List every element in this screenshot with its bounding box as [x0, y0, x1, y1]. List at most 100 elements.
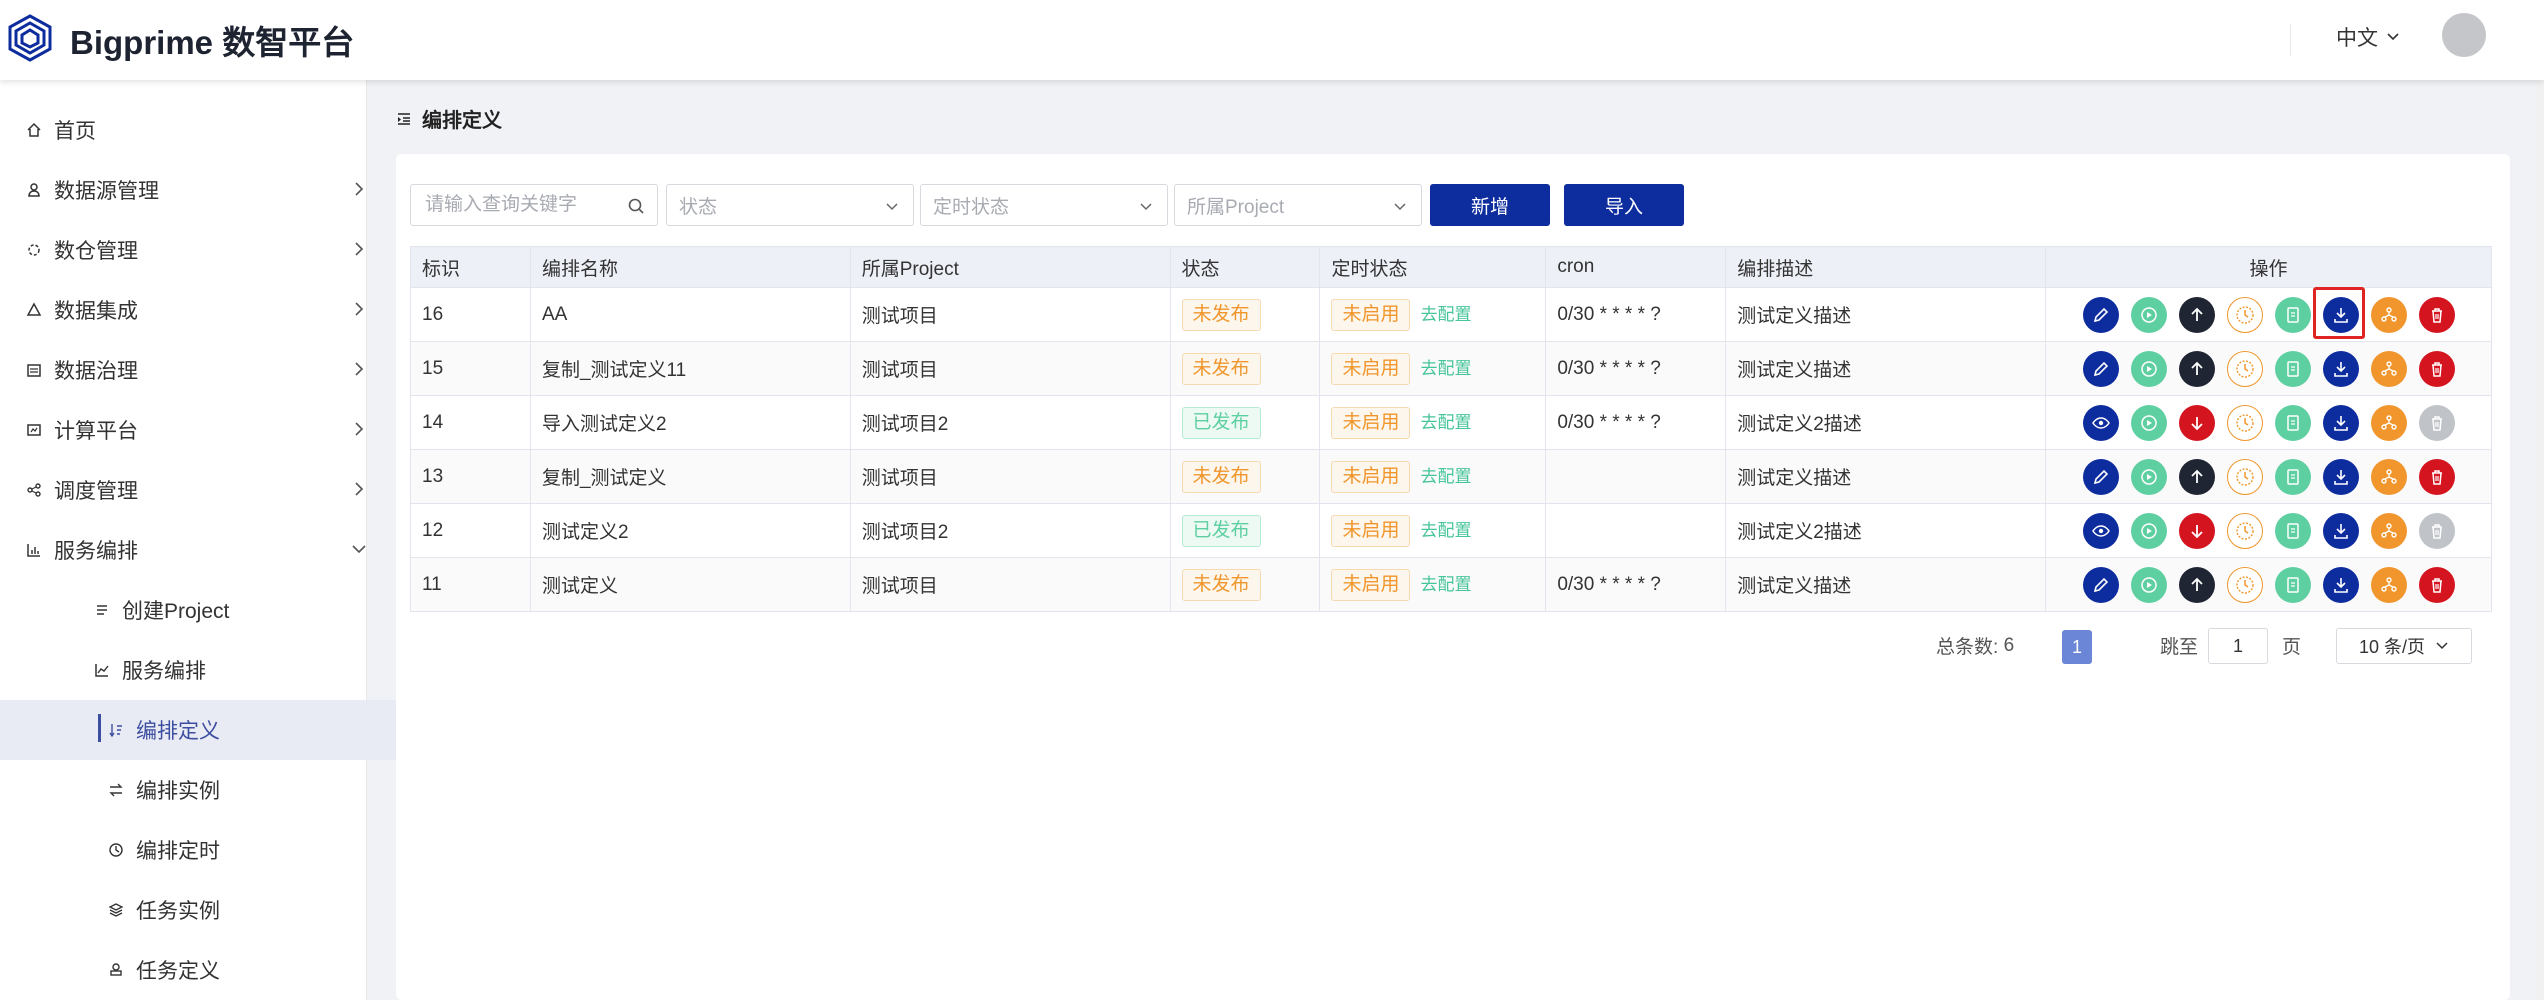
export-button[interactable]	[2322, 512, 2359, 549]
publish-button[interactable]	[2178, 566, 2215, 603]
run-button[interactable]	[2130, 566, 2167, 603]
cell-cron	[1545, 503, 1727, 558]
timer-status-select[interactable]: 定时状态	[920, 184, 1168, 226]
relation-button[interactable]	[2370, 512, 2407, 549]
chevron-down-icon	[886, 203, 898, 211]
cell-status: 未发布	[1169, 557, 1321, 612]
column-header-description: 编排描述	[1725, 246, 2046, 288]
copy-button[interactable]	[2274, 566, 2311, 603]
edit-button[interactable]	[2082, 458, 2119, 495]
timer-button[interactable]	[2226, 404, 2263, 441]
search-input[interactable]	[423, 193, 617, 217]
sidebar-item-home[interactable]: 首页	[0, 100, 392, 160]
publish-button[interactable]	[2178, 296, 2215, 333]
page-size-select[interactable]: 10 条/页	[2336, 628, 2472, 664]
delete-button[interactable]	[2418, 566, 2455, 603]
timer-button[interactable]	[2226, 350, 2263, 387]
publish-button[interactable]	[2178, 458, 2215, 495]
relation-button[interactable]	[2370, 404, 2407, 441]
unpublish-button[interactable]	[2178, 512, 2215, 549]
export-button[interactable]	[2312, 286, 2365, 339]
project-select[interactable]: 所属Project	[1174, 184, 1422, 226]
configure-link[interactable]: 去配置	[1420, 521, 1471, 540]
relation-button[interactable]	[2370, 296, 2407, 333]
delete-button[interactable]	[2418, 296, 2455, 333]
relation-button[interactable]	[2370, 566, 2407, 603]
cell-cron: 0/30 * * * * ?	[1545, 395, 1727, 450]
unpublish-button[interactable]	[2178, 404, 2215, 441]
sidebar-item-datasource[interactable]: 数据源管理	[0, 160, 392, 220]
relation-button[interactable]	[2370, 350, 2407, 387]
page-suffix: 页	[2282, 637, 2302, 658]
sidebar-item-governance[interactable]: 数据治理	[0, 340, 392, 400]
view-button[interactable]	[2082, 404, 2119, 441]
timer-status-badge: 未启用	[1331, 460, 1411, 493]
row-actions	[2057, 404, 2480, 441]
delete-button[interactable]	[2418, 404, 2455, 441]
search-icon[interactable]	[627, 197, 645, 215]
column-header-actions: 操作	[2045, 246, 2492, 288]
timer-button[interactable]	[2226, 566, 2263, 603]
relation-icon	[2380, 468, 2397, 484]
cell-id: 15	[410, 341, 531, 396]
publish-button[interactable]	[2178, 350, 2215, 387]
run-button[interactable]	[2130, 350, 2167, 387]
export-button[interactable]	[2322, 458, 2359, 495]
add-button[interactable]: 新增	[1430, 184, 1550, 226]
sidebar-item-label: 任务实例	[136, 900, 220, 923]
delete-icon	[2431, 469, 2442, 485]
run-button[interactable]	[2130, 512, 2167, 549]
configure-link[interactable]: 去配置	[1420, 467, 1471, 486]
export-icon	[2333, 523, 2348, 539]
page-scrollbar[interactable]	[2536, 0, 2544, 1000]
timer-button[interactable]	[2226, 512, 2263, 549]
edit-icon	[2093, 361, 2108, 376]
status-select[interactable]: 状态	[666, 184, 914, 226]
run-button[interactable]	[2130, 296, 2167, 333]
sidebar-item-compute[interactable]: 计算平台	[0, 400, 392, 460]
sidebar-item-warehouse[interactable]: 数仓管理	[0, 220, 392, 280]
page-number-button[interactable]: 1	[2062, 630, 2092, 664]
sidebar-item-schedule[interactable]: 调度管理	[0, 460, 392, 520]
edit-icon	[2093, 307, 2108, 322]
timer-icon	[2235, 521, 2254, 540]
configure-link[interactable]: 去配置	[1420, 413, 1471, 432]
column-header-project: 所属Project	[849, 246, 1171, 288]
copy-button[interactable]	[2274, 458, 2311, 495]
edit-button[interactable]	[2082, 350, 2119, 387]
run-button[interactable]	[2130, 404, 2167, 441]
run-button[interactable]	[2130, 458, 2167, 495]
user-avatar[interactable]	[2442, 13, 2486, 57]
configure-link[interactable]: 去配置	[1420, 305, 1471, 324]
sidebar-item-label: 计算平台	[54, 420, 138, 443]
configure-link[interactable]: 去配置	[1420, 359, 1471, 378]
export-button[interactable]	[2322, 566, 2359, 603]
schedule-icon	[26, 482, 42, 498]
view-button[interactable]	[2082, 512, 2119, 549]
delete-button[interactable]	[2418, 512, 2455, 549]
copy-button[interactable]	[2274, 512, 2311, 549]
copy-icon	[2286, 414, 2299, 431]
edit-button[interactable]	[2082, 296, 2119, 333]
timer-button[interactable]	[2226, 458, 2263, 495]
delete-button[interactable]	[2418, 350, 2455, 387]
export-button[interactable]	[2322, 404, 2359, 441]
delete-button[interactable]	[2418, 458, 2455, 495]
total-label: 总条数:	[1936, 637, 1999, 658]
run-icon	[2140, 360, 2157, 377]
jump-page-input[interactable]: 1	[2208, 628, 2268, 664]
timer-button[interactable]	[2226, 296, 2263, 333]
sidebar-item-integration[interactable]: 数据集成	[0, 280, 392, 340]
edit-button[interactable]	[2082, 566, 2119, 603]
copy-button[interactable]	[2274, 296, 2311, 333]
sidebar: 首页 数据源管理 数仓管理 数据集成 数据治理 计算平台 调度管理 服务编排 创…	[0, 80, 474, 1000]
copy-button[interactable]	[2274, 404, 2311, 441]
sidebar-item-orchestration[interactable]: 服务编排	[0, 520, 392, 580]
export-button[interactable]	[2322, 350, 2359, 387]
relation-button[interactable]	[2370, 458, 2407, 495]
copy-button[interactable]	[2274, 350, 2311, 387]
import-button[interactable]: 导入	[1564, 184, 1684, 226]
language-selector[interactable]: 中文	[2336, 22, 2400, 52]
configure-link[interactable]: 去配置	[1420, 575, 1471, 594]
cell-project: 测试项目	[849, 287, 1171, 342]
